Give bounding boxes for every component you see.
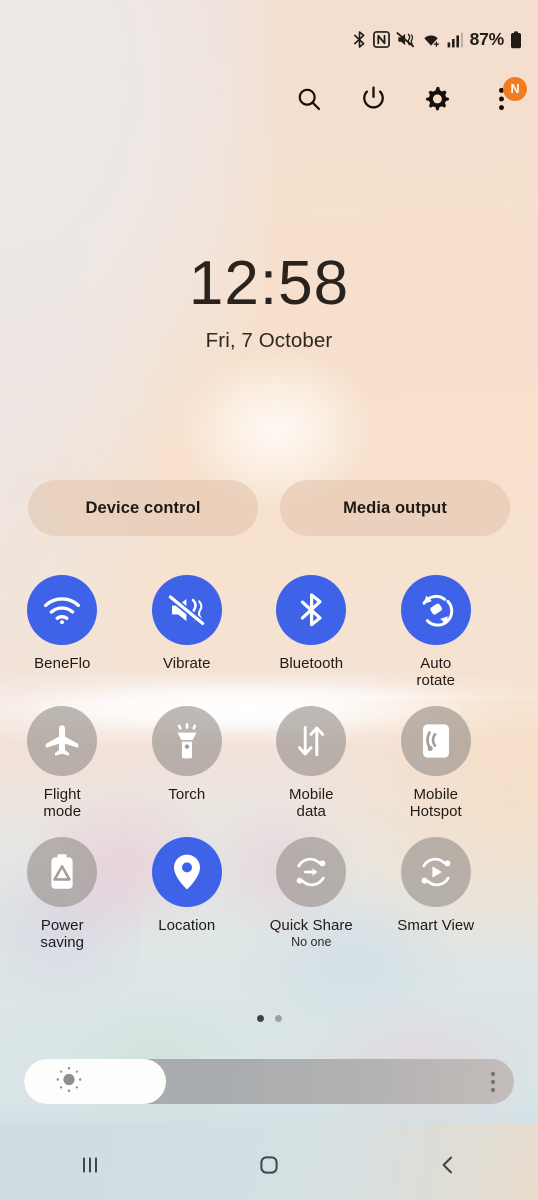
battery-icon [510, 30, 522, 49]
search-icon [296, 86, 322, 117]
nfc-icon [372, 31, 390, 48]
tile-row-1: BeneFlo Vibrate Bluetooth Auto rotate [0, 575, 538, 690]
tile-label: BeneFlo [34, 655, 91, 672]
location-pin-icon [151, 836, 222, 907]
mute-vibrate-icon [396, 31, 415, 48]
brightness-sun-icon [54, 1064, 84, 1099]
quick-share-icon [276, 836, 347, 907]
shortcut-pill-row: Device control Media output [28, 480, 510, 536]
device-control-button[interactable]: Device control [28, 480, 258, 536]
tile-vibrate[interactable]: Vibrate [125, 575, 250, 690]
tile-location[interactable]: Location [125, 836, 250, 952]
tile-label: Bluetooth [279, 655, 344, 672]
back-icon [435, 1152, 461, 1183]
flashlight-icon [151, 705, 222, 776]
tile-smart-view[interactable]: Smart View [374, 836, 499, 952]
hotspot-icon [400, 705, 471, 776]
tile-row-2: Flight mode Torch Mobile data Mobile Hot… [0, 705, 538, 821]
recents-icon [77, 1152, 103, 1183]
status-bar: 87% [352, 30, 522, 49]
clock-widget: 12:58 Fri, 7 October [0, 252, 538, 353]
tile-label: Flight mode [43, 785, 82, 821]
tile-bluetooth[interactable]: Bluetooth [249, 575, 374, 690]
tile-auto-rotate[interactable]: Auto rotate [374, 575, 499, 690]
settings-button[interactable] [418, 82, 456, 120]
bluetooth-icon [276, 575, 347, 645]
tile-label: Quick Share [269, 916, 353, 934]
tile-label: Vibrate [162, 655, 211, 672]
clock-date: Fri, 7 October [205, 329, 333, 353]
tile-label: Mobile Hotspot [409, 785, 462, 821]
back-button[interactable] [359, 1134, 538, 1200]
clock-time: 12:58 [188, 249, 350, 318]
tile-beneflo[interactable]: BeneFlo [0, 575, 125, 690]
quick-settings-header: N [290, 77, 527, 120]
airplane-icon [27, 705, 98, 776]
battery-saver-icon [27, 836, 98, 907]
tile-mobile-hotspot[interactable]: Mobile Hotspot [374, 705, 499, 821]
recents-button[interactable] [0, 1134, 179, 1200]
wifi-icon [27, 575, 98, 645]
tile-label: Auto rotate [416, 655, 456, 690]
signal-icon [447, 32, 463, 48]
wifi-icon [421, 31, 441, 48]
page-dot-1[interactable] [256, 1015, 264, 1022]
page-dot-2[interactable] [274, 1015, 282, 1022]
tile-flight-mode[interactable]: Flight mode [0, 705, 125, 821]
brightness-slider-fill [24, 1059, 167, 1104]
home-button[interactable] [179, 1134, 358, 1200]
tile-row-3: Power saving Location Quick Share No one… [0, 836, 538, 952]
notification-badge: N [503, 77, 527, 101]
page-indicator [0, 1015, 538, 1022]
tile-label: Smart View [397, 916, 475, 934]
tile-label: Power saving [40, 916, 85, 951]
navigation-bar [0, 1134, 538, 1200]
tile-torch[interactable]: Torch [125, 705, 250, 821]
tile-mobile-data[interactable]: Mobile data [249, 705, 374, 821]
brightness-slider[interactable] [24, 1059, 514, 1104]
mobile-data-icon [276, 705, 347, 776]
power-button[interactable] [354, 82, 392, 120]
more-options-button[interactable]: N [482, 77, 527, 120]
brightness-more-icon[interactable] [491, 1071, 495, 1092]
auto-rotate-icon [400, 575, 471, 645]
quick-settings-tiles: BeneFlo Vibrate Bluetooth Auto rotate Fl… [0, 575, 538, 951]
tile-label: Mobile data [289, 785, 334, 821]
tile-quick-share[interactable]: Quick Share No one [249, 836, 374, 952]
tile-power-saving[interactable]: Power saving [0, 836, 125, 952]
battery-percentage: 87% [469, 28, 505, 49]
bluetooth-icon [352, 30, 367, 49]
vibrate-icon [151, 575, 222, 645]
power-icon [360, 85, 387, 117]
gear-icon [424, 86, 450, 117]
tile-label: Location [158, 916, 216, 934]
media-output-button[interactable]: Media output [280, 480, 510, 536]
home-icon [256, 1152, 282, 1183]
smart-view-icon [400, 836, 471, 907]
tile-sublabel: No one [291, 934, 332, 949]
search-button[interactable] [290, 82, 328, 120]
tile-label: Torch [168, 785, 206, 803]
